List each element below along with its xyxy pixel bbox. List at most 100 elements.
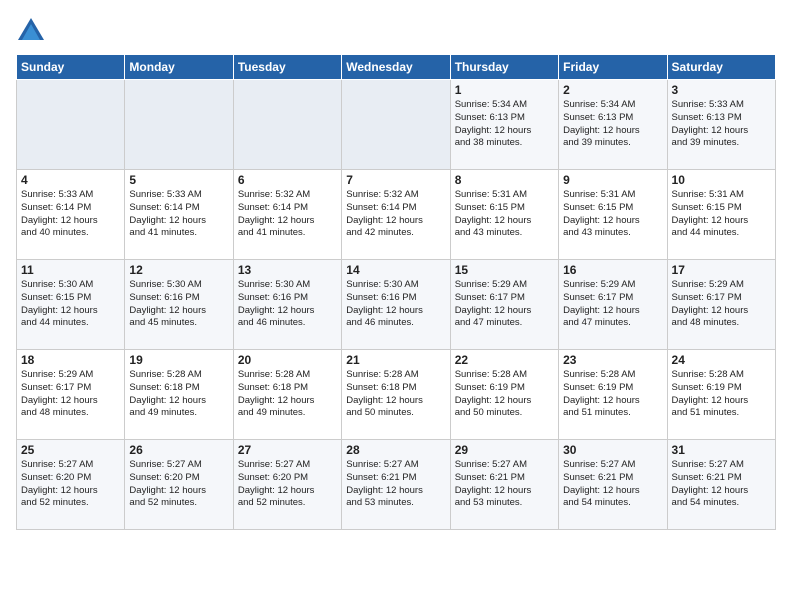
calendar-cell: 1 Sunrise: 5:34 AM Sunset: 6:13 PM Daylig… [450,80,558,170]
calendar-cell: 20 Sunrise: 5:28 AM Sunset: 6:18 PM Dayli… [233,350,341,440]
weekday-header-friday: Friday [559,55,667,80]
day-info: Sunrise: 5:27 AM Sunset: 6:20 PM Dayligh… [21,459,120,510]
logo-icon [16,16,46,46]
calendar-cell: 25 Sunrise: 5:27 AM Sunset: 6:20 PM Dayli… [17,440,125,530]
day-number: 23 [563,353,662,367]
day-info: Sunrise: 5:29 AM Sunset: 6:17 PM Dayligh… [563,279,662,330]
day-info: Sunrise: 5:29 AM Sunset: 6:17 PM Dayligh… [21,369,120,420]
calendar-cell: 2 Sunrise: 5:34 AM Sunset: 6:13 PM Daylig… [559,80,667,170]
calendar-cell: 7 Sunrise: 5:32 AM Sunset: 6:14 PM Daylig… [342,170,450,260]
day-number: 4 [21,173,120,187]
day-number: 26 [129,443,228,457]
day-number: 5 [129,173,228,187]
day-info: Sunrise: 5:28 AM Sunset: 6:18 PM Dayligh… [238,369,337,420]
day-info: Sunrise: 5:31 AM Sunset: 6:15 PM Dayligh… [672,189,771,240]
day-number: 27 [238,443,337,457]
day-info: Sunrise: 5:30 AM Sunset: 6:16 PM Dayligh… [238,279,337,330]
day-number: 6 [238,173,337,187]
day-info: Sunrise: 5:28 AM Sunset: 6:19 PM Dayligh… [455,369,554,420]
calendar-cell [342,80,450,170]
weekday-header-monday: Monday [125,55,233,80]
calendar-cell: 16 Sunrise: 5:29 AM Sunset: 6:17 PM Dayli… [559,260,667,350]
day-number: 18 [21,353,120,367]
day-info: Sunrise: 5:27 AM Sunset: 6:20 PM Dayligh… [129,459,228,510]
day-number: 19 [129,353,228,367]
day-number: 29 [455,443,554,457]
day-info: Sunrise: 5:30 AM Sunset: 6:15 PM Dayligh… [21,279,120,330]
calendar-week-4: 18 Sunrise: 5:29 AM Sunset: 6:17 PM Dayli… [17,350,776,440]
day-number: 11 [21,263,120,277]
day-number: 30 [563,443,662,457]
day-number: 9 [563,173,662,187]
calendar-cell: 15 Sunrise: 5:29 AM Sunset: 6:17 PM Dayli… [450,260,558,350]
calendar-cell: 29 Sunrise: 5:27 AM Sunset: 6:21 PM Dayli… [450,440,558,530]
calendar-cell: 10 Sunrise: 5:31 AM Sunset: 6:15 PM Dayli… [667,170,775,260]
weekday-header-saturday: Saturday [667,55,775,80]
day-info: Sunrise: 5:31 AM Sunset: 6:15 PM Dayligh… [455,189,554,240]
day-info: Sunrise: 5:34 AM Sunset: 6:13 PM Dayligh… [455,99,554,150]
day-info: Sunrise: 5:28 AM Sunset: 6:19 PM Dayligh… [672,369,771,420]
day-info: Sunrise: 5:34 AM Sunset: 6:13 PM Dayligh… [563,99,662,150]
calendar-cell: 22 Sunrise: 5:28 AM Sunset: 6:19 PM Dayli… [450,350,558,440]
weekday-header-tuesday: Tuesday [233,55,341,80]
day-number: 10 [672,173,771,187]
day-number: 17 [672,263,771,277]
calendar-week-2: 4 Sunrise: 5:33 AM Sunset: 6:14 PM Daylig… [17,170,776,260]
calendar-cell: 3 Sunrise: 5:33 AM Sunset: 6:13 PM Daylig… [667,80,775,170]
day-number: 8 [455,173,554,187]
weekday-header-wednesday: Wednesday [342,55,450,80]
calendar-cell: 4 Sunrise: 5:33 AM Sunset: 6:14 PM Daylig… [17,170,125,260]
calendar-cell: 13 Sunrise: 5:30 AM Sunset: 6:16 PM Dayli… [233,260,341,350]
day-info: Sunrise: 5:27 AM Sunset: 6:21 PM Dayligh… [346,459,445,510]
calendar-cell: 18 Sunrise: 5:29 AM Sunset: 6:17 PM Dayli… [17,350,125,440]
day-info: Sunrise: 5:30 AM Sunset: 6:16 PM Dayligh… [129,279,228,330]
day-number: 20 [238,353,337,367]
calendar-cell: 19 Sunrise: 5:28 AM Sunset: 6:18 PM Dayli… [125,350,233,440]
calendar-header: SundayMondayTuesdayWednesdayThursdayFrid… [17,55,776,80]
calendar-cell [233,80,341,170]
weekday-header-thursday: Thursday [450,55,558,80]
day-info: Sunrise: 5:27 AM Sunset: 6:21 PM Dayligh… [563,459,662,510]
calendar-cell: 24 Sunrise: 5:28 AM Sunset: 6:19 PM Dayli… [667,350,775,440]
day-number: 24 [672,353,771,367]
day-number: 3 [672,83,771,97]
day-number: 7 [346,173,445,187]
calendar-cell: 6Sunrise: 5:32 AM Sunset: 6:14 PM Daylig… [233,170,341,260]
day-number: 16 [563,263,662,277]
day-info: Sunrise: 5:27 AM Sunset: 6:21 PM Dayligh… [672,459,771,510]
day-number: 13 [238,263,337,277]
day-info: Sunrise: 5:32 AM Sunset: 6:14 PM Dayligh… [346,189,445,240]
calendar-cell [125,80,233,170]
day-number: 15 [455,263,554,277]
day-info: Sunrise: 5:27 AM Sunset: 6:20 PM Dayligh… [238,459,337,510]
day-info: Sunrise: 5:33 AM Sunset: 6:13 PM Dayligh… [672,99,771,150]
calendar-cell: 31 Sunrise: 5:27 AM Sunset: 6:21 PM Dayli… [667,440,775,530]
calendar-cell [17,80,125,170]
day-number: 2 [563,83,662,97]
day-info: Sunrise: 5:28 AM Sunset: 6:18 PM Dayligh… [346,369,445,420]
calendar-cell: 26 Sunrise: 5:27 AM Sunset: 6:20 PM Dayli… [125,440,233,530]
day-info: Sunrise: 5:28 AM Sunset: 6:18 PM Dayligh… [129,369,228,420]
calendar-table: SundayMondayTuesdayWednesdayThursdayFrid… [16,54,776,530]
calendar-cell: 14Sunrise: 5:30 AM Sunset: 6:16 PM Dayli… [342,260,450,350]
day-info: Sunrise: 5:33 AM Sunset: 6:14 PM Dayligh… [129,189,228,240]
day-info: Sunrise: 5:29 AM Sunset: 6:17 PM Dayligh… [672,279,771,330]
calendar-cell: 5 Sunrise: 5:33 AM Sunset: 6:14 PM Daylig… [125,170,233,260]
calendar-cell: 17 Sunrise: 5:29 AM Sunset: 6:17 PM Dayli… [667,260,775,350]
day-number: 25 [21,443,120,457]
day-info: Sunrise: 5:27 AM Sunset: 6:21 PM Dayligh… [455,459,554,510]
day-number: 31 [672,443,771,457]
calendar-week-5: 25 Sunrise: 5:27 AM Sunset: 6:20 PM Dayli… [17,440,776,530]
day-number: 1 [455,83,554,97]
day-number: 14 [346,263,445,277]
day-number: 12 [129,263,228,277]
day-info: Sunrise: 5:33 AM Sunset: 6:14 PM Dayligh… [21,189,120,240]
calendar-cell: 30 Sunrise: 5:27 AM Sunset: 6:21 PM Dayli… [559,440,667,530]
day-info: Sunrise: 5:29 AM Sunset: 6:17 PM Dayligh… [455,279,554,330]
calendar-cell: 12 Sunrise: 5:30 AM Sunset: 6:16 PM Dayli… [125,260,233,350]
calendar-cell: 9 Sunrise: 5:31 AM Sunset: 6:15 PM Daylig… [559,170,667,260]
day-number: 22 [455,353,554,367]
weekday-header-sunday: Sunday [17,55,125,80]
calendar-cell: 23Sunrise: 5:28 AM Sunset: 6:19 PM Dayli… [559,350,667,440]
day-info: Sunrise: 5:31 AM Sunset: 6:15 PM Dayligh… [563,189,662,240]
